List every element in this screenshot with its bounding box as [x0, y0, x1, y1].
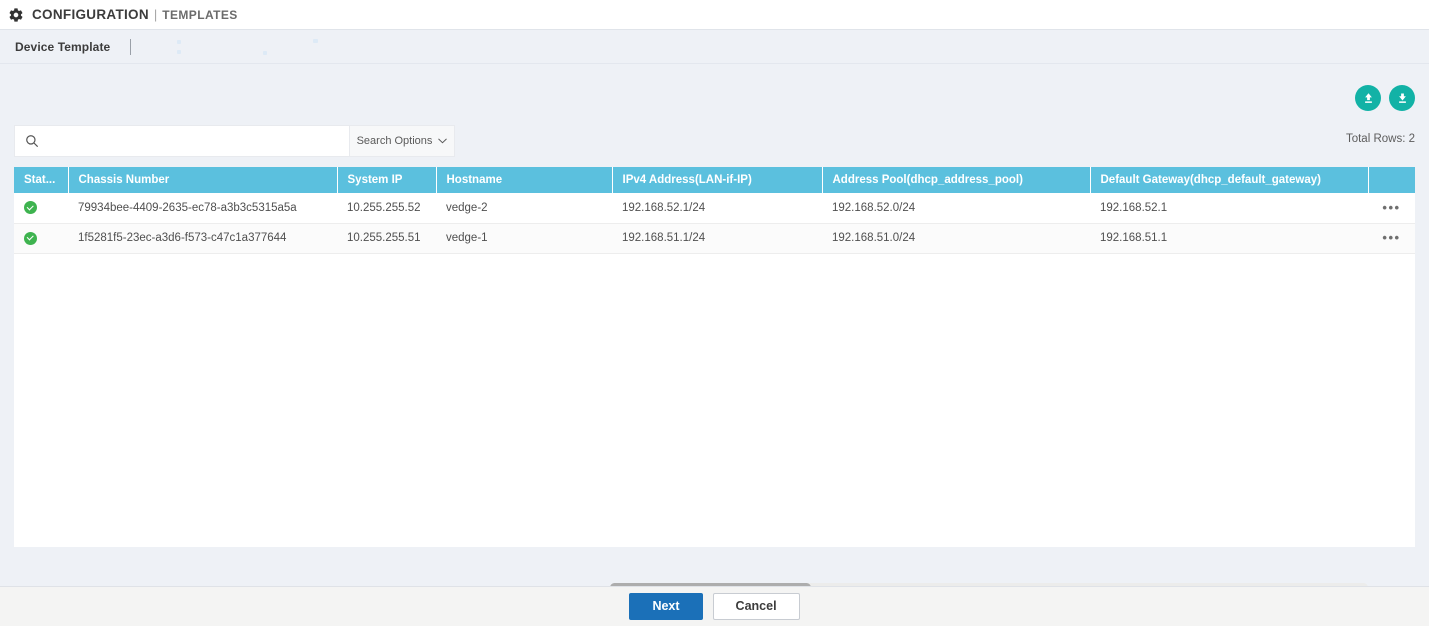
- breadcrumb-subsection: TEMPLATES: [162, 7, 238, 22]
- column-header-chassis-number[interactable]: Chassis Number: [68, 167, 338, 193]
- device-template-panel: Search Options Total Rows: 2 Stat... Cha…: [0, 65, 1429, 592]
- column-header-actions: [1368, 167, 1415, 193]
- cell-actions: •••: [1368, 193, 1415, 224]
- cancel-button[interactable]: Cancel: [712, 593, 800, 620]
- cell-actions: •••: [1368, 223, 1415, 254]
- cell-ipv4-address: 192.168.51.1/24: [612, 223, 822, 254]
- cell-system-ip: 10.255.255.51: [337, 223, 436, 254]
- app-header: CONFIGURATION | TEMPLATES: [0, 0, 1429, 30]
- column-header-default-gateway[interactable]: Default Gateway(dhcp_default_gateway): [1090, 167, 1369, 193]
- column-header-ipv4-address[interactable]: IPv4 Address(LAN-if-IP): [612, 167, 823, 193]
- column-header-address-pool[interactable]: Address Pool(dhcp_address_pool): [822, 167, 1091, 193]
- cell-address-pool: 192.168.51.0/24: [822, 223, 1090, 254]
- status-ok-icon: [24, 201, 37, 215]
- total-rows-label: Total Rows: 2: [1345, 133, 1415, 145]
- device-table: Stat... Chassis Number System IP Hostnam…: [14, 167, 1415, 254]
- device-table-head: Stat... Chassis Number System IP Hostnam…: [14, 167, 1415, 193]
- subheader-divider: [130, 38, 132, 55]
- wizard-footer: Next Cancel: [0, 586, 1429, 626]
- column-header-status[interactable]: Stat...: [14, 167, 69, 193]
- page-title: Device Template: [15, 39, 111, 54]
- table-row[interactable]: 79934bee-4409-2635-ec78-a3b3c5315a5a 10.…: [14, 193, 1415, 224]
- cell-status: [14, 223, 68, 254]
- cell-chassis-number: 1f5281f5-23ec-a3d6-f573-c47c1a377644: [68, 223, 337, 254]
- cell-address-pool: 192.168.52.0/24: [822, 193, 1090, 224]
- gear-icon: [9, 7, 23, 22]
- upload-icon: [1364, 92, 1372, 103]
- search-options-label: Search Options: [356, 135, 433, 147]
- table-row[interactable]: 1f5281f5-23ec-a3d6-f573-c47c1a377644 10.…: [14, 223, 1415, 254]
- download-icon: [1398, 93, 1406, 103]
- device-table-container: Stat... Chassis Number System IP Hostnam…: [14, 167, 1415, 547]
- page-subheader: Device Template: [0, 30, 1429, 64]
- search-input[interactable]: [49, 127, 349, 155]
- device-table-body: 79934bee-4409-2635-ec78-a3b3c5315a5a 10.…: [14, 193, 1415, 254]
- table-header-row: Stat... Chassis Number System IP Hostnam…: [14, 167, 1415, 193]
- search-icon: [15, 133, 49, 149]
- search-row: Search Options Total Rows: 2: [14, 125, 1415, 157]
- chevron-down-icon: [438, 138, 448, 144]
- breadcrumb-section: CONFIGURATION: [32, 7, 149, 22]
- cell-hostname: vedge-1: [436, 223, 612, 254]
- breadcrumb-separator: |: [153, 7, 158, 22]
- row-actions-menu-button[interactable]: •••: [1382, 201, 1400, 214]
- cell-hostname: vedge-2: [436, 193, 612, 224]
- cell-status: [14, 193, 68, 224]
- search-options-dropdown[interactable]: Search Options: [349, 126, 454, 156]
- cell-system-ip: 10.255.255.52: [337, 193, 436, 224]
- status-ok-icon: [24, 231, 37, 245]
- search-box: Search Options: [14, 125, 455, 157]
- next-button[interactable]: Next: [629, 593, 703, 620]
- cell-ipv4-address: 192.168.52.1/24: [612, 193, 822, 224]
- download-button[interactable]: [1389, 85, 1415, 111]
- upload-button[interactable]: [1355, 85, 1381, 111]
- cell-default-gateway: 192.168.51.1: [1090, 223, 1368, 254]
- table-action-buttons: [1355, 85, 1415, 111]
- redacted-breadcrumb-area: [153, 38, 413, 56]
- column-header-system-ip[interactable]: System IP: [337, 167, 437, 193]
- row-actions-menu-button[interactable]: •••: [1382, 231, 1400, 244]
- cell-chassis-number: 79934bee-4409-2635-ec78-a3b3c5315a5a: [68, 193, 337, 224]
- cell-default-gateway: 192.168.52.1: [1090, 193, 1368, 224]
- column-header-hostname[interactable]: Hostname: [436, 167, 613, 193]
